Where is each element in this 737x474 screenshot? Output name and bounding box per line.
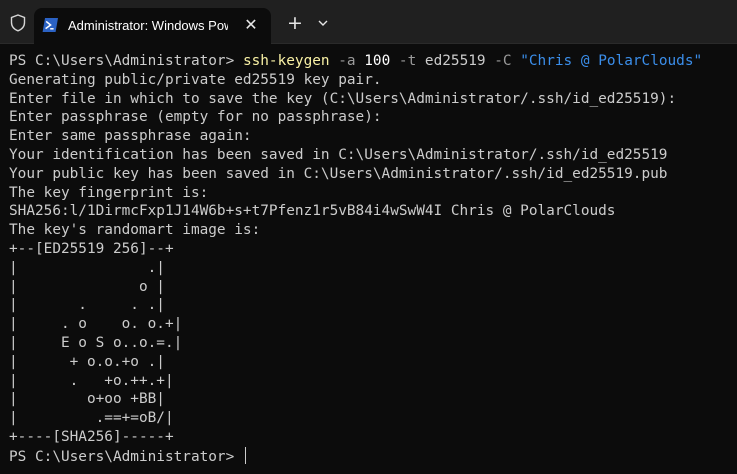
output-line: | .|: [9, 259, 165, 276]
text-cursor: [244, 446, 247, 464]
output-line: The key fingerprint is:: [9, 184, 209, 201]
output-line: Enter passphrase (empty for no passphras…: [9, 109, 382, 126]
command-line: PS C:\Users\Administrator> ssh-keygen -a…: [9, 52, 737, 71]
plus-icon[interactable]: +: [284, 12, 306, 34]
output-line: | . +o.++.+|: [9, 372, 174, 389]
output-line: The key's randomart image is:: [9, 222, 261, 239]
close-icon[interactable]: ✕: [240, 14, 262, 36]
output-line: +----[SHA256]-----+: [9, 428, 174, 445]
command-arguments: -a 100 -t ed25519 -C "Chris @ PolarCloud…: [330, 53, 703, 69]
output-line: | .==+=oB/|: [9, 410, 174, 427]
prompt: PS C:\Users\Administrator>: [9, 448, 243, 465]
tab-title: Administrator: Windows Powe: [68, 18, 228, 33]
output-line: Generating public/private ed25519 key pa…: [9, 71, 382, 88]
output-line: | . o o. o.+|: [9, 316, 183, 333]
command-param: -C: [494, 53, 512, 69]
title-bar: Administrator: Windows Powe ✕ +: [0, 0, 737, 44]
output-line: | E o S o..o.=.|: [9, 334, 183, 351]
output-line: | + o.o.+o .|: [9, 353, 165, 370]
output-line: | . . .|: [9, 297, 165, 314]
command-str: "Chris @ PolarClouds": [520, 53, 703, 69]
command-name: ssh-keygen: [242, 53, 330, 69]
command-param: -t: [398, 53, 417, 69]
terminal-text: PS C:\Users\Administrator> ssh-keygen -a…: [0, 44, 737, 466]
command-sep: [330, 53, 339, 69]
output-line: | o+oo +BB|: [9, 391, 165, 408]
output-line: Enter file in which to save the key (C:\…: [9, 90, 677, 107]
command-sep: [512, 53, 521, 69]
output-line: Your public key has been saved in C:\Use…: [9, 165, 668, 182]
command-num: 100: [364, 53, 391, 69]
chevron-down-icon[interactable]: [314, 14, 332, 32]
command-param: -a: [338, 53, 356, 69]
command-sep: [356, 53, 365, 69]
powershell-icon: [42, 17, 59, 33]
output-line: Enter same passphrase again:: [9, 128, 252, 145]
final-prompt-line: PS C:\Users\Administrator>: [9, 446, 737, 466]
output-line: SHA256:l/1DirmcFxp1J14W6b+s+t7Pfenz1r5vB…: [9, 203, 616, 220]
prompt: PS C:\Users\Administrator>: [9, 53, 243, 69]
output-block: Generating public/private ed25519 key pa…: [9, 71, 737, 447]
command-plain: ed25519: [416, 53, 495, 69]
tab-administrator-powershell[interactable]: Administrator: Windows Powe ✕: [34, 8, 271, 44]
output-line: +--[ED25519 256]--+: [9, 240, 174, 257]
terminal-output[interactable]: PS C:\Users\Administrator> ssh-keygen -a…: [0, 44, 737, 474]
output-line: Your identification has been saved in C:…: [9, 146, 668, 163]
shield-icon: [8, 13, 28, 33]
command-sep: [390, 53, 399, 69]
output-line: | o |: [9, 278, 165, 295]
terminal-window: Administrator: Windows Powe ✕ + PS C:\Us…: [0, 0, 737, 474]
